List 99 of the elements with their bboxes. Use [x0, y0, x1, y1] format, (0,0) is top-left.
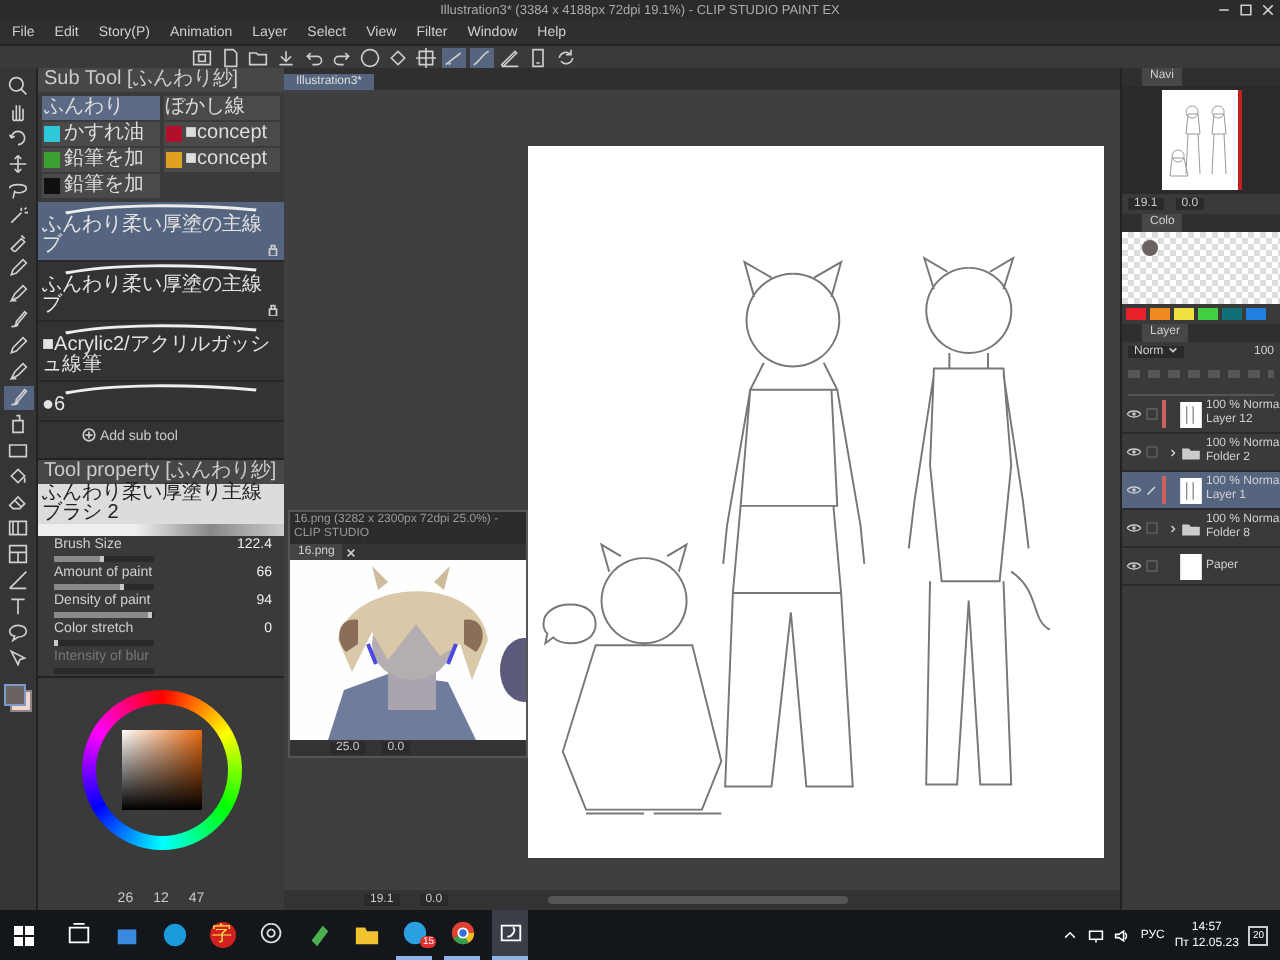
rotate-icon[interactable] — [8, 128, 28, 148]
add-icon[interactable] — [82, 428, 96, 442]
redo-icon[interactable] — [330, 47, 354, 67]
layer-thumbnail — [1180, 477, 1202, 503]
special-snap-icon[interactable] — [470, 47, 494, 67]
ruler-tool[interactable] — [3, 568, 33, 592]
open-icon[interactable] — [246, 47, 270, 67]
color-swatch[interactable] — [1198, 308, 1218, 320]
paper-thumbnail — [1180, 553, 1202, 579]
wand-icon[interactable] — [8, 206, 28, 226]
caret-icon[interactable] — [1170, 523, 1176, 533]
color-swatch[interactable] — [1222, 308, 1242, 320]
undo-icon[interactable] — [302, 47, 326, 67]
pen-icon[interactable] — [8, 336, 28, 356]
brush-icon[interactable] — [8, 388, 28, 408]
chrome-icon[interactable] — [449, 920, 475, 946]
brush-tool[interactable] — [3, 386, 33, 410]
figure-icon[interactable] — [8, 440, 28, 460]
transform-icon[interactable] — [414, 47, 438, 67]
folder-icon[interactable] — [353, 922, 379, 948]
zoom-tool[interactable] — [3, 74, 33, 98]
color-swatch[interactable] — [1126, 308, 1146, 320]
pencil-icon[interactable] — [8, 284, 28, 304]
balloon-tool[interactable] — [3, 620, 33, 644]
color-swatch[interactable] — [1150, 308, 1170, 320]
scrollbar[interactable] — [548, 896, 849, 904]
brush-icon[interactable] — [8, 310, 28, 330]
gradient-tool[interactable] — [3, 516, 33, 540]
close-icon[interactable] — [1260, 2, 1276, 18]
edge-icon[interactable] — [161, 922, 187, 948]
frame-icon[interactable] — [8, 544, 28, 564]
network-icon[interactable] — [1088, 927, 1105, 943]
eye-icon[interactable] — [1126, 522, 1142, 534]
pressure-icon[interactable] — [498, 47, 522, 67]
clip-icon[interactable] — [497, 920, 523, 946]
gradient-icon[interactable] — [8, 518, 28, 538]
param-slider[interactable] — [54, 612, 154, 618]
brush-name: ふんわり柔い厚塗り主線ブラシ 2 — [38, 484, 284, 524]
phone-icon[interactable] — [526, 47, 550, 67]
correct-icon[interactable] — [8, 648, 28, 668]
navigator-preview — [1161, 90, 1241, 190]
eyedropper-icon[interactable] — [8, 232, 28, 252]
brush-item[interactable]: ふんわり柔い厚塗の主線ブ — [38, 202, 284, 262]
sub-tool-tab[interactable]: 鉛筆を加 — [42, 174, 159, 198]
eye-icon[interactable] — [1126, 484, 1142, 496]
brush-item[interactable]: ふんわり柔い厚塗の主線ブ — [38, 262, 284, 322]
panel-title: Sub Tool [ふんわり紗] — [44, 68, 239, 90]
eye-icon[interactable] — [1126, 446, 1142, 458]
new-icon[interactable] — [218, 47, 242, 67]
sync-icon[interactable] — [554, 47, 578, 67]
hand-icon[interactable] — [8, 102, 28, 122]
layer-thumbnail — [1180, 401, 1202, 427]
move-icon[interactable] — [8, 154, 28, 174]
color-swatch[interactable] — [1246, 308, 1266, 320]
sub-tool-tab[interactable]: ■concept — [163, 122, 280, 146]
param-slider[interactable] — [54, 556, 154, 562]
spinner-icon[interactable] — [358, 47, 382, 67]
windows-icon[interactable] — [12, 923, 36, 947]
fill-icon[interactable] — [386, 47, 410, 67]
sub-tool-tab[interactable]: かすれ油 — [42, 122, 159, 146]
pencil-icon[interactable] — [8, 362, 28, 382]
eye-icon[interactable] — [1126, 560, 1142, 572]
panel-icon[interactable] — [190, 47, 214, 67]
ruler-snap-icon[interactable] — [442, 47, 466, 67]
save-icon[interactable] — [274, 47, 298, 67]
messenger-icon[interactable] — [401, 920, 427, 946]
chevron-icon[interactable] — [1062, 927, 1079, 943]
tool-icon[interactable] — [257, 922, 283, 948]
zoom-icon[interactable] — [8, 76, 28, 96]
text-icon[interactable] — [8, 596, 28, 616]
close-icon[interactable] — [346, 547, 357, 557]
task-view-icon[interactable] — [65, 922, 91, 948]
eraser-icon[interactable] — [8, 492, 28, 512]
balloon-icon[interactable] — [8, 622, 28, 642]
eye-icon[interactable] — [1126, 408, 1142, 420]
lasso-tool[interactable] — [3, 178, 33, 202]
fill-icon[interactable] — [8, 466, 28, 486]
pen-icon — [1146, 484, 1158, 496]
ruler-icon[interactable] — [8, 570, 28, 590]
volume-icon[interactable] — [1114, 927, 1131, 943]
sketch-drawing[interactable] — [528, 146, 1104, 858]
caret-icon[interactable] — [1170, 447, 1176, 457]
figure-tool[interactable] — [3, 438, 33, 462]
caret-icon[interactable] — [1167, 346, 1178, 354]
sub-tool-tab[interactable]: 鉛筆を加 — [42, 148, 159, 172]
frame-tool[interactable] — [3, 542, 33, 566]
color-chips-icon[interactable] — [4, 684, 32, 712]
panel-title: Tool property [ふんわり紗] — [44, 460, 277, 482]
maximize-icon[interactable] — [1238, 2, 1254, 18]
param-slider[interactable] — [54, 584, 154, 590]
sub-tool-tab[interactable]: ふんわり — [42, 96, 159, 120]
airbrush-icon[interactable] — [8, 414, 28, 434]
lasso-icon[interactable] — [8, 180, 28, 200]
sub-tool-tab[interactable]: ■concept — [163, 148, 280, 172]
color-swatch[interactable] — [1174, 308, 1194, 320]
sub-tool-tab[interactable]: ぼかし線 — [163, 96, 280, 120]
glyph-app[interactable]: 字 — [204, 910, 240, 960]
clip-app[interactable] — [492, 910, 528, 960]
pen-icon[interactable] — [8, 258, 28, 278]
